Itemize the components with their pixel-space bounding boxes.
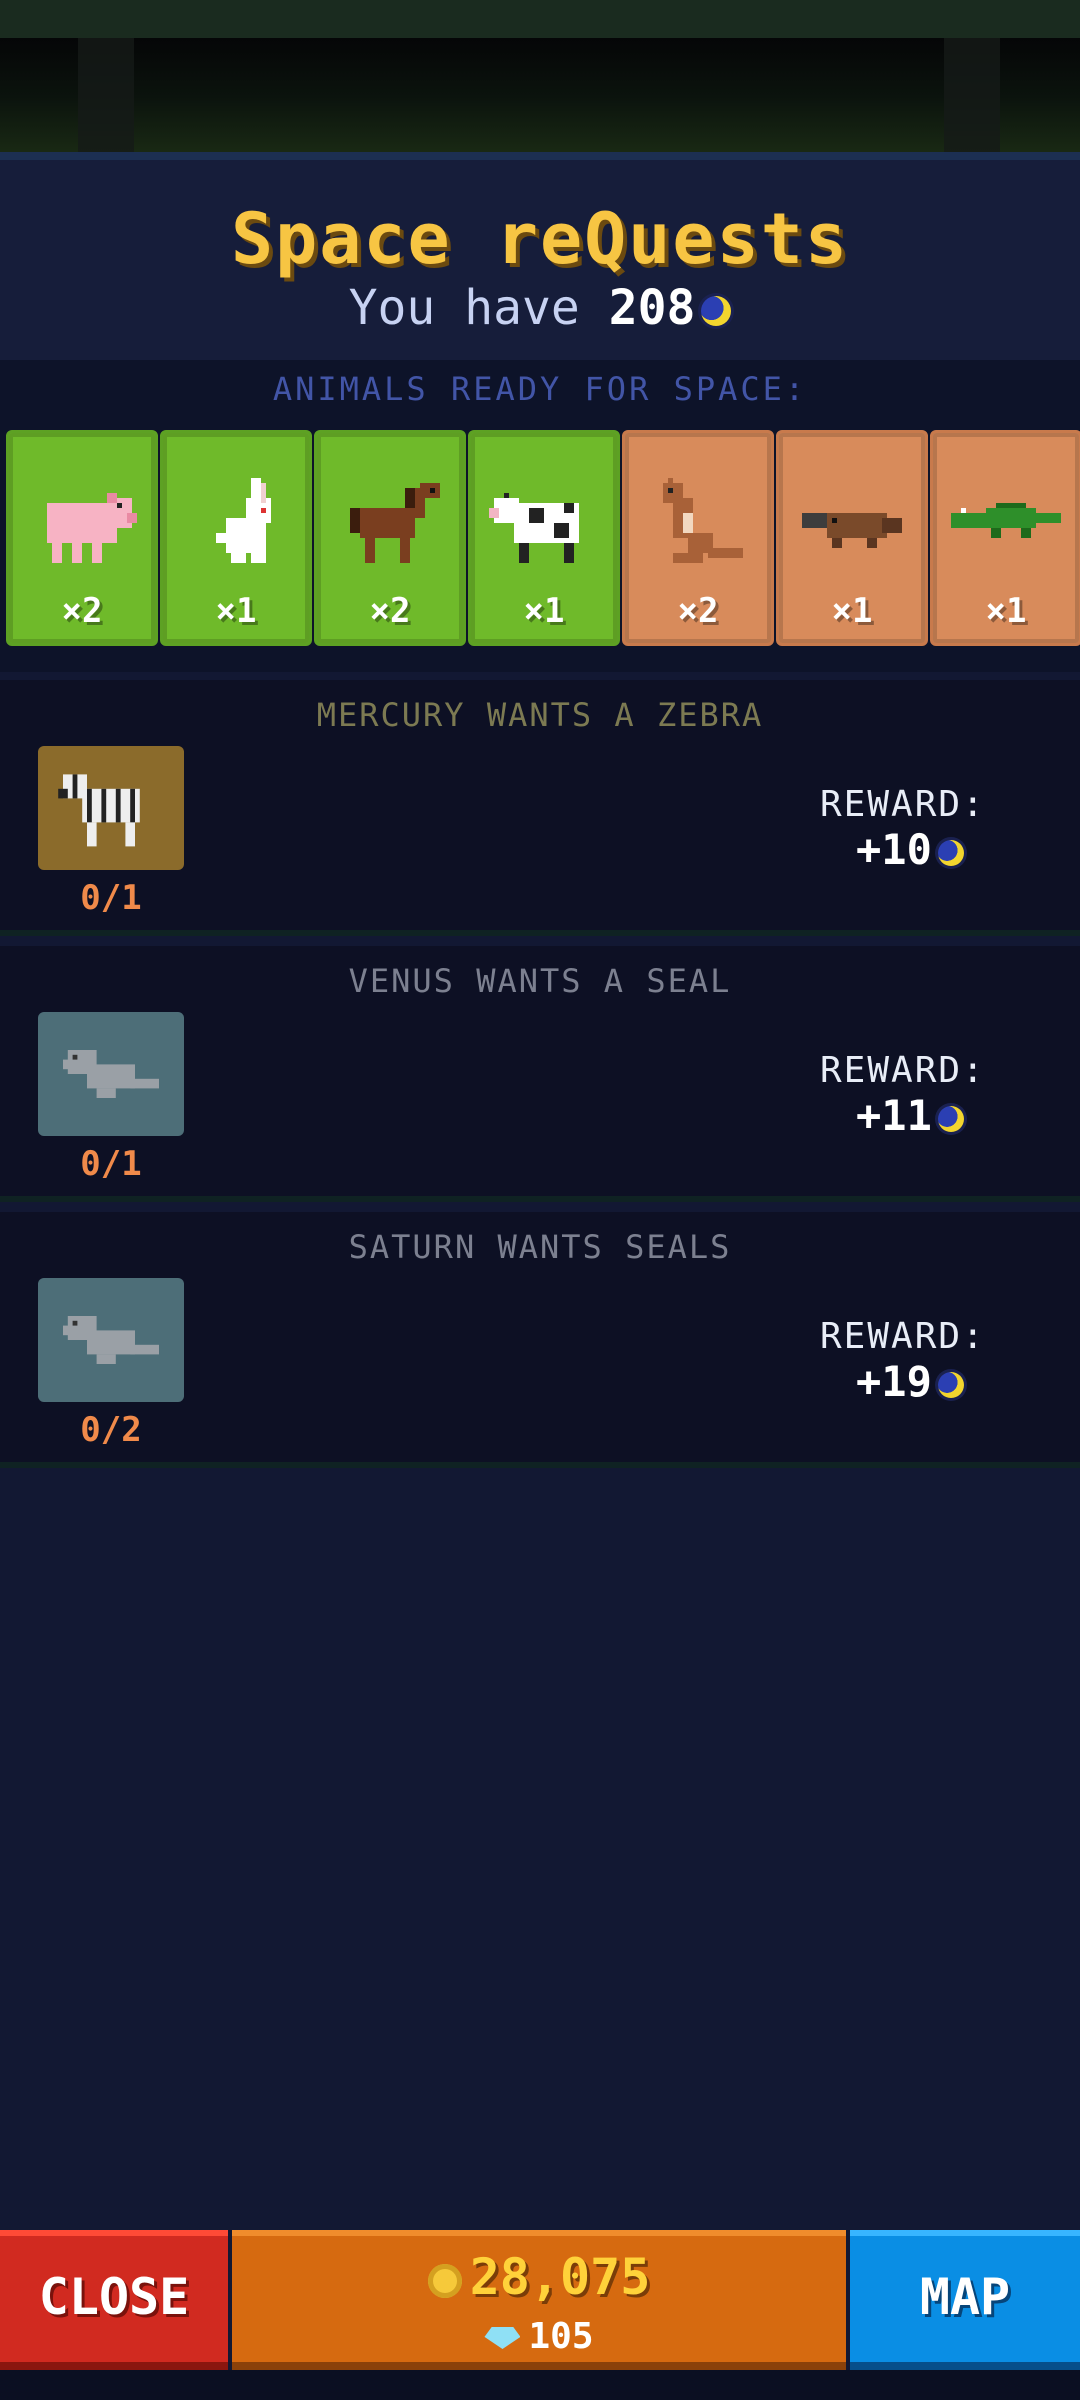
reward-label: REWARD: [820,1050,986,1091]
animal-card-kangaroo[interactable]: ×2 [622,430,774,646]
animal-count: ×1 [831,591,873,631]
pig-icon [47,493,137,563]
quest-progress: 0/1 [80,878,142,918]
moon-balance: You have 208 [0,280,1080,336]
kangaroo-icon [663,478,743,563]
gem-balance: 105 [232,2316,846,2357]
quest-row-mercury[interactable]: MERCURY WANTS A ZEBRA 0/1 REWARD: +10 [0,680,1080,936]
crocodile-icon [951,503,1061,538]
animal-count: ×2 [677,591,719,631]
map-button[interactable]: MAP [850,2230,1080,2370]
moon-token-icon [701,296,732,326]
gem-icon [484,2327,521,2349]
quest-title: MERCURY WANTS A ZEBRA [316,696,764,734]
game-scene-background [0,38,1080,156]
animal-card-platypus[interactable]: ×1 [776,430,928,646]
animal-count: ×1 [215,591,257,631]
animal-card-cow[interactable]: ×1 [468,430,620,646]
animal-card-rabbit[interactable]: ×1 [160,430,312,646]
moon-token-icon [937,1371,964,1398]
reward-amount: +10 [856,825,932,874]
scene-divider [0,152,1080,160]
currency-panel: 28,075 105 [232,2230,846,2370]
animal-card-horse[interactable]: ×2 [314,430,466,646]
animal-card-pig[interactable]: ×2 [6,430,158,646]
coin-value: 28,075 [469,2248,651,2306]
zebra-icon [58,774,140,847]
platypus-icon [802,513,902,548]
horse-icon [350,483,440,563]
page-title: Space reQuests [230,198,849,280]
quest-progress: 0/2 [80,1410,142,1450]
quest-animal-slot [38,1278,184,1402]
quest-title: VENUS WANTS A SEAL [348,962,732,1000]
animal-count: ×2 [369,591,411,631]
seal-icon [63,1050,159,1098]
reward-label: REWARD: [820,784,986,825]
coin-icon [427,2263,462,2298]
animal-card-crocodile[interactable]: ×1 [930,430,1080,646]
moon-token-icon [937,1105,964,1132]
status-strip [0,0,1080,38]
seal-icon [63,1316,159,1364]
animals-ready-label: ANIMALS READY FOR SPACE: [272,370,808,408]
coin-balance: 28,075 [232,2248,846,2306]
reward-amount: +11 [856,1091,932,1140]
animal-count: ×2 [61,591,103,631]
quest-row-saturn[interactable]: SATURN WANTS SEALS 0/2 REWARD: +19 [0,1212,1080,1468]
quest-animal-slot [38,746,184,870]
quest-reward: REWARD: +19 [820,1316,1030,1406]
bottom-base [0,2370,1080,2400]
bottom-bar: CLOSE 28,075 105 MAP [0,2230,1080,2400]
animals-ready-section: ANIMALS READY FOR SPACE: ×2 ×1 ×2 ×1 ×2 … [0,360,1080,672]
quest-row-venus[interactable]: VENUS WANTS A SEAL 0/1 REWARD: +11 [0,946,1080,1202]
balance-prefix: You have [348,280,580,336]
cow-icon [489,493,579,563]
gem-value: 105 [528,2316,594,2357]
quest-animal-slot [38,1012,184,1136]
quest-reward: REWARD: +11 [820,1050,1030,1140]
reward-label: REWARD: [820,1316,986,1357]
animal-count: ×1 [985,591,1027,631]
balance-value: 208 [608,280,696,336]
quest-header: Space reQuests You have 208 [0,160,1080,360]
moon-token-icon [937,839,964,866]
rabbit-icon [216,478,271,563]
reward-amount: +19 [856,1357,932,1406]
quest-progress: 0/1 [80,1144,142,1184]
quest-title: SATURN WANTS SEALS [348,1228,732,1266]
quest-reward: REWARD: +10 [820,784,1030,874]
animal-count: ×1 [523,591,565,631]
close-button[interactable]: CLOSE [0,2230,228,2370]
